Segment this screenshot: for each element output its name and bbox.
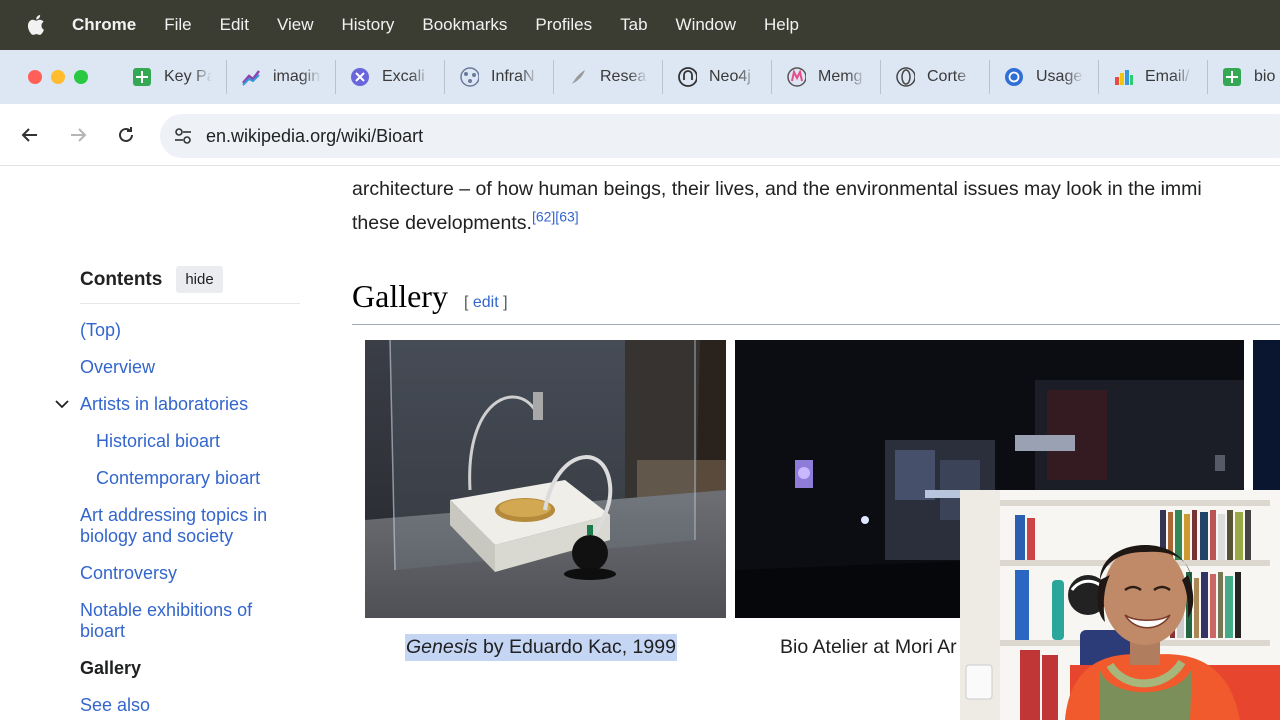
sheets-plus-icon [1222, 67, 1242, 87]
tab-infranodus[interactable]: InfraN [445, 60, 554, 94]
gallery-image-genesis[interactable] [365, 340, 726, 618]
arrow-left-icon [21, 127, 37, 142]
tab-email[interactable]: Email/ [1099, 60, 1208, 94]
tab-label: Corte [927, 68, 967, 85]
excalidraw-icon [350, 67, 370, 87]
site-settings-icon[interactable] [160, 126, 206, 146]
address-bar-url: en.wikipedia.org/wiki/Bioart [206, 125, 424, 146]
article-paragraph: architecture – of how human beings, thei… [352, 172, 1280, 240]
reference-link[interactable]: [62][63] [532, 209, 579, 225]
toc-item-notable-exhibitions[interactable]: Notable exhibitions of bioart [80, 600, 300, 642]
menu-edit[interactable]: Edit [220, 15, 249, 35]
toc-item-historical-bioart[interactable]: Historical bioart [96, 431, 300, 452]
tab-key-pa[interactable]: Key Pa [118, 60, 227, 94]
tab-cortex[interactable]: Corte [881, 60, 990, 94]
toc-title: Contents [80, 268, 163, 290]
tab-label: Neo4j [709, 68, 751, 85]
memgraph-icon [786, 67, 806, 87]
infranodus-icon [459, 67, 479, 87]
tab-label: bio [1254, 68, 1276, 85]
menu-app-chrome[interactable]: Chrome [72, 15, 136, 35]
zoom-window-button[interactable] [74, 70, 88, 84]
tab-label: Email/ [1145, 68, 1190, 85]
tab-imagin[interactable]: imagin [227, 60, 336, 94]
cortex-icon [895, 67, 915, 87]
neo4j-icon [677, 67, 697, 87]
menu-file[interactable]: File [164, 15, 191, 35]
toc-item-label: Artists in laboratories [80, 394, 249, 414]
tab-label: Usage [1036, 68, 1083, 85]
section-title: Gallery [352, 278, 448, 314]
tab-label: Memg [818, 68, 863, 85]
close-window-button[interactable] [28, 70, 42, 84]
tab-excalidraw[interactable]: Excali [336, 60, 445, 94]
toc-item-controversy[interactable]: Controversy [80, 563, 300, 584]
toc-header: Contents hide [80, 266, 300, 304]
macos-menu-bar: Chrome File Edit View History Bookmarks … [0, 0, 1280, 50]
paint-icon [1113, 67, 1133, 87]
sheets-plus-icon [132, 67, 152, 87]
browser-toolbar: en.wikipedia.org/wiki/Bioart [0, 104, 1280, 166]
paragraph-text: these developments. [352, 212, 532, 234]
chart-trend-icon [241, 67, 261, 87]
forward-button[interactable] [54, 115, 102, 155]
webcam-overlay [960, 490, 1280, 720]
caption-italic: Genesis [406, 636, 478, 658]
menu-history[interactable]: History [341, 15, 394, 35]
toc-list: (Top) Overview Artists in laboratories H… [55, 320, 300, 716]
paragraph-line: these developments.[62][63] [352, 206, 1280, 240]
section-heading-gallery: Gallery [ edit ] [352, 278, 508, 315]
tab-strip: Key Pa imagin Excali InfraN Resea Neo4j … [0, 50, 1280, 104]
edit-link[interactable]: edit [473, 294, 499, 311]
edit-bracket: ] [498, 294, 508, 311]
paragraph-line: architecture – of how human beings, thei… [352, 178, 1202, 200]
toc-hide-button[interactable]: hide [176, 266, 223, 293]
chevron-down-icon[interactable] [54, 396, 70, 417]
arrow-right-icon [71, 127, 87, 142]
apple-menu-icon[interactable] [0, 14, 72, 36]
toc-item-gallery[interactable]: Gallery [80, 658, 300, 679]
toc-item-contemporary-bioart[interactable]: Contemporary bioart [96, 468, 300, 489]
caption-text: by Eduardo Kac, 1999 [477, 636, 676, 658]
edit-bracket: [ [463, 294, 473, 311]
menu-window[interactable]: Window [676, 15, 736, 35]
tab-memgraph[interactable]: Memg [772, 60, 881, 94]
tab-label: Resea [600, 68, 647, 85]
tab-research[interactable]: Resea [554, 60, 663, 94]
tab-usage[interactable]: Usage [990, 60, 1099, 94]
address-bar[interactable]: en.wikipedia.org/wiki/Bioart [160, 114, 1280, 158]
menu-tab[interactable]: Tab [620, 15, 647, 35]
tab-label: Key Pa [164, 68, 212, 85]
openai-icon [1004, 67, 1024, 87]
table-of-contents: Contents hide (Top) Overview Artists in … [55, 266, 300, 720]
toc-item-art-addressing-topics[interactable]: Art addressing topics in biology and soc… [80, 505, 300, 547]
toc-item-see-also[interactable]: See also [80, 695, 300, 716]
reload-button[interactable] [102, 115, 150, 155]
gallery-caption-genesis: Genesis by Eduardo Kac, 1999 [405, 634, 677, 661]
toc-item-artists-in-laboratories[interactable]: Artists in laboratories [55, 394, 300, 415]
toc-item-top[interactable]: (Top) [80, 320, 300, 341]
feather-icon [568, 67, 588, 87]
gallery-caption-bio-atelier: Bio Atelier at Mori Ar [780, 636, 957, 658]
minimize-window-button[interactable] [51, 70, 65, 84]
menu-bookmarks[interactable]: Bookmarks [422, 15, 507, 35]
tab-neo4j[interactable]: Neo4j [663, 60, 772, 94]
section-divider [352, 324, 1280, 325]
toc-item-overview[interactable]: Overview [80, 357, 300, 378]
window-controls [28, 70, 88, 84]
reload-icon [119, 126, 133, 142]
menu-profiles[interactable]: Profiles [535, 15, 592, 35]
tab-label: imagin [273, 68, 321, 85]
back-button[interactable] [6, 115, 54, 155]
tab-label: InfraN [491, 68, 535, 85]
section-edit: [ edit ] [464, 294, 508, 312]
menu-help[interactable]: Help [764, 15, 799, 35]
menu-view[interactable]: View [277, 15, 314, 35]
tab-label: Excali [382, 68, 425, 85]
tab-bio[interactable]: bio [1208, 60, 1280, 94]
